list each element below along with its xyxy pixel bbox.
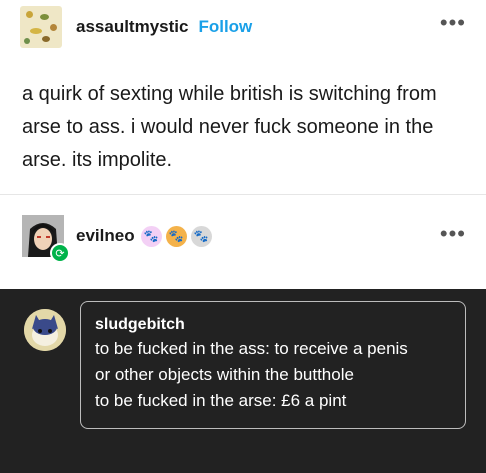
reblog-username[interactable]: evilneo xyxy=(76,226,135,246)
post-username[interactable]: assaultmystic xyxy=(76,17,188,37)
quote-line: to be fucked in the ass: to receive a pe… xyxy=(95,339,408,358)
paw-icon[interactable]: 🐾 xyxy=(165,225,187,247)
badges: 🐾 🐾 🐾 xyxy=(140,225,212,247)
avatar-image xyxy=(24,309,66,351)
paw-icon[interactable]: 🐾 xyxy=(190,225,212,247)
ellipsis-icon[interactable]: ••• xyxy=(440,12,466,34)
paw-icon[interactable]: 🐾 xyxy=(140,225,162,247)
avatar[interactable]: ⟳ xyxy=(22,215,70,263)
reblog-header: ⟳ evilneo 🐾 🐾 🐾 ••• xyxy=(22,215,466,263)
avatar[interactable] xyxy=(20,6,62,48)
quote-line: or other objects within the butthole xyxy=(95,365,354,384)
avatar xyxy=(24,309,66,351)
divider xyxy=(0,194,486,195)
post-text: a quirk of sexting while british is swit… xyxy=(22,83,437,171)
quote-line: to be fucked in the arse: £6 a pint xyxy=(95,391,347,410)
image-panel: sludgebitch to be fucked in the ass: to … xyxy=(0,289,486,473)
follow-button[interactable]: Follow xyxy=(198,17,252,37)
quote-box: sludgebitch to be fucked in the ass: to … xyxy=(80,301,466,429)
ellipsis-icon[interactable]: ••• xyxy=(440,223,466,245)
quote-username: sludgebitch xyxy=(95,316,185,333)
reblog-icon: ⟳ xyxy=(50,243,70,263)
post-header: assaultmystic Follow ••• xyxy=(20,6,466,48)
